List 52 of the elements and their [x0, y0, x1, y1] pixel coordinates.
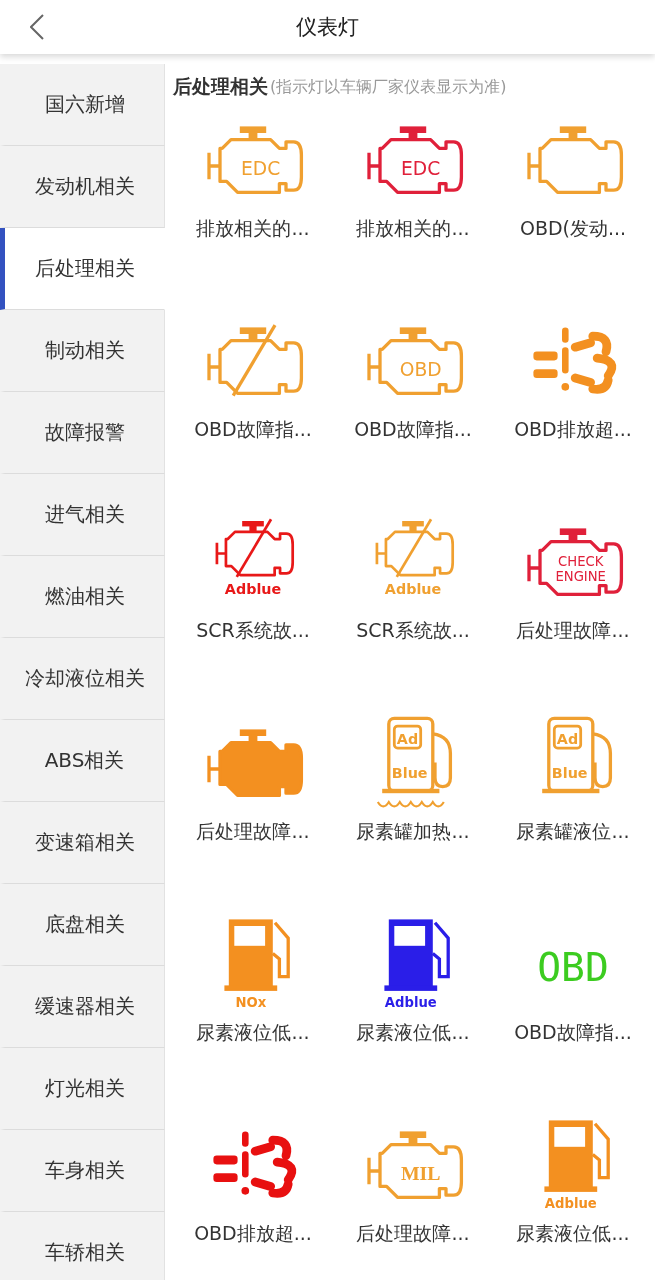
- icon-label: Adblue: [544, 1195, 597, 1211]
- indicator-label[interactable]: OBD故障指...: [514, 1020, 632, 1046]
- icon-label: Ad: [556, 730, 579, 747]
- indicator-label[interactable]: 尿素液位低...: [516, 1221, 630, 1247]
- indicator-label[interactable]: 后处理故障...: [516, 618, 630, 644]
- sidebar-item[interactable]: ABS相关: [0, 720, 165, 802]
- sidebar-item[interactable]: 燃油相关: [0, 556, 165, 638]
- indicator-label[interactable]: 尿素罐加热...: [356, 819, 470, 845]
- icon-label: NOx: [235, 994, 267, 1010]
- icon-label: EDC: [241, 157, 281, 179]
- icon-label: Blue: [551, 764, 588, 781]
- indicator-label[interactable]: SCR系统故...: [196, 618, 310, 644]
- icon-label: Ad: [396, 730, 419, 747]
- icon-label: Adblue: [384, 994, 437, 1010]
- sidebar-item[interactable]: 缓速器相关: [0, 966, 165, 1048]
- indicator-label[interactable]: 排放相关的...: [196, 216, 310, 242]
- section-title: 后处理相关: [173, 74, 268, 99]
- sidebar-item[interactable]: 灯光相关: [0, 1048, 165, 1130]
- sidebar-item[interactable]: 后处理相关: [0, 228, 165, 310]
- icon-label: OBD: [537, 943, 609, 990]
- icon-label: Adblue: [384, 580, 442, 597]
- indicator-label[interactable]: 尿素液位低...: [196, 1020, 310, 1046]
- indicator-label[interactable]: OBD故障指...: [354, 417, 472, 443]
- indicator-label[interactable]: OBD(发动...: [519, 216, 627, 242]
- icon-label: Blue: [391, 764, 428, 781]
- icon-label: ENGINE: [555, 568, 606, 584]
- back-icon[interactable]: [30, 14, 44, 40]
- icon-label: EDC: [401, 157, 441, 179]
- indicator-label[interactable]: 尿素液位低...: [356, 1020, 470, 1046]
- icon-label: OBD: [399, 358, 442, 380]
- sidebar-item[interactable]: 国六新增: [0, 64, 165, 146]
- icon-label: Adblue: [224, 580, 282, 597]
- indicator-label[interactable]: 后处理故障...: [196, 819, 310, 845]
- sidebar-item[interactable]: 车轿相关: [0, 1212, 165, 1280]
- section-note: (指示灯以车辆厂家仪表显示为准): [270, 76, 507, 98]
- indicator-label[interactable]: OBD故障指...: [194, 417, 312, 443]
- sidebar-item[interactable]: 变速箱相关: [0, 802, 165, 884]
- sidebar-item[interactable]: 进气相关: [0, 474, 165, 556]
- indicator-label[interactable]: SCR系统故...: [356, 618, 470, 644]
- sidebar-item[interactable]: 冷却液位相关: [0, 638, 165, 720]
- sidebar-item[interactable]: 故障报警: [0, 392, 165, 474]
- sidebar-item[interactable]: 车身相关: [0, 1130, 165, 1212]
- indicator-label[interactable]: 后处理故障...: [356, 1221, 470, 1247]
- indicator-label[interactable]: OBD排放超...: [514, 417, 632, 443]
- icon-label: CHECK: [558, 553, 604, 569]
- sidebar-item[interactable]: 制动相关: [0, 310, 165, 392]
- sidebar-item[interactable]: 底盘相关: [0, 884, 165, 966]
- indicator-label[interactable]: OBD排放超...: [194, 1221, 312, 1247]
- page-title: 仪表灯: [296, 14, 359, 41]
- indicator-label[interactable]: 排放相关的...: [356, 216, 470, 242]
- indicator-label[interactable]: 尿素罐液位...: [516, 819, 630, 845]
- icon-label: MIL: [400, 1161, 441, 1184]
